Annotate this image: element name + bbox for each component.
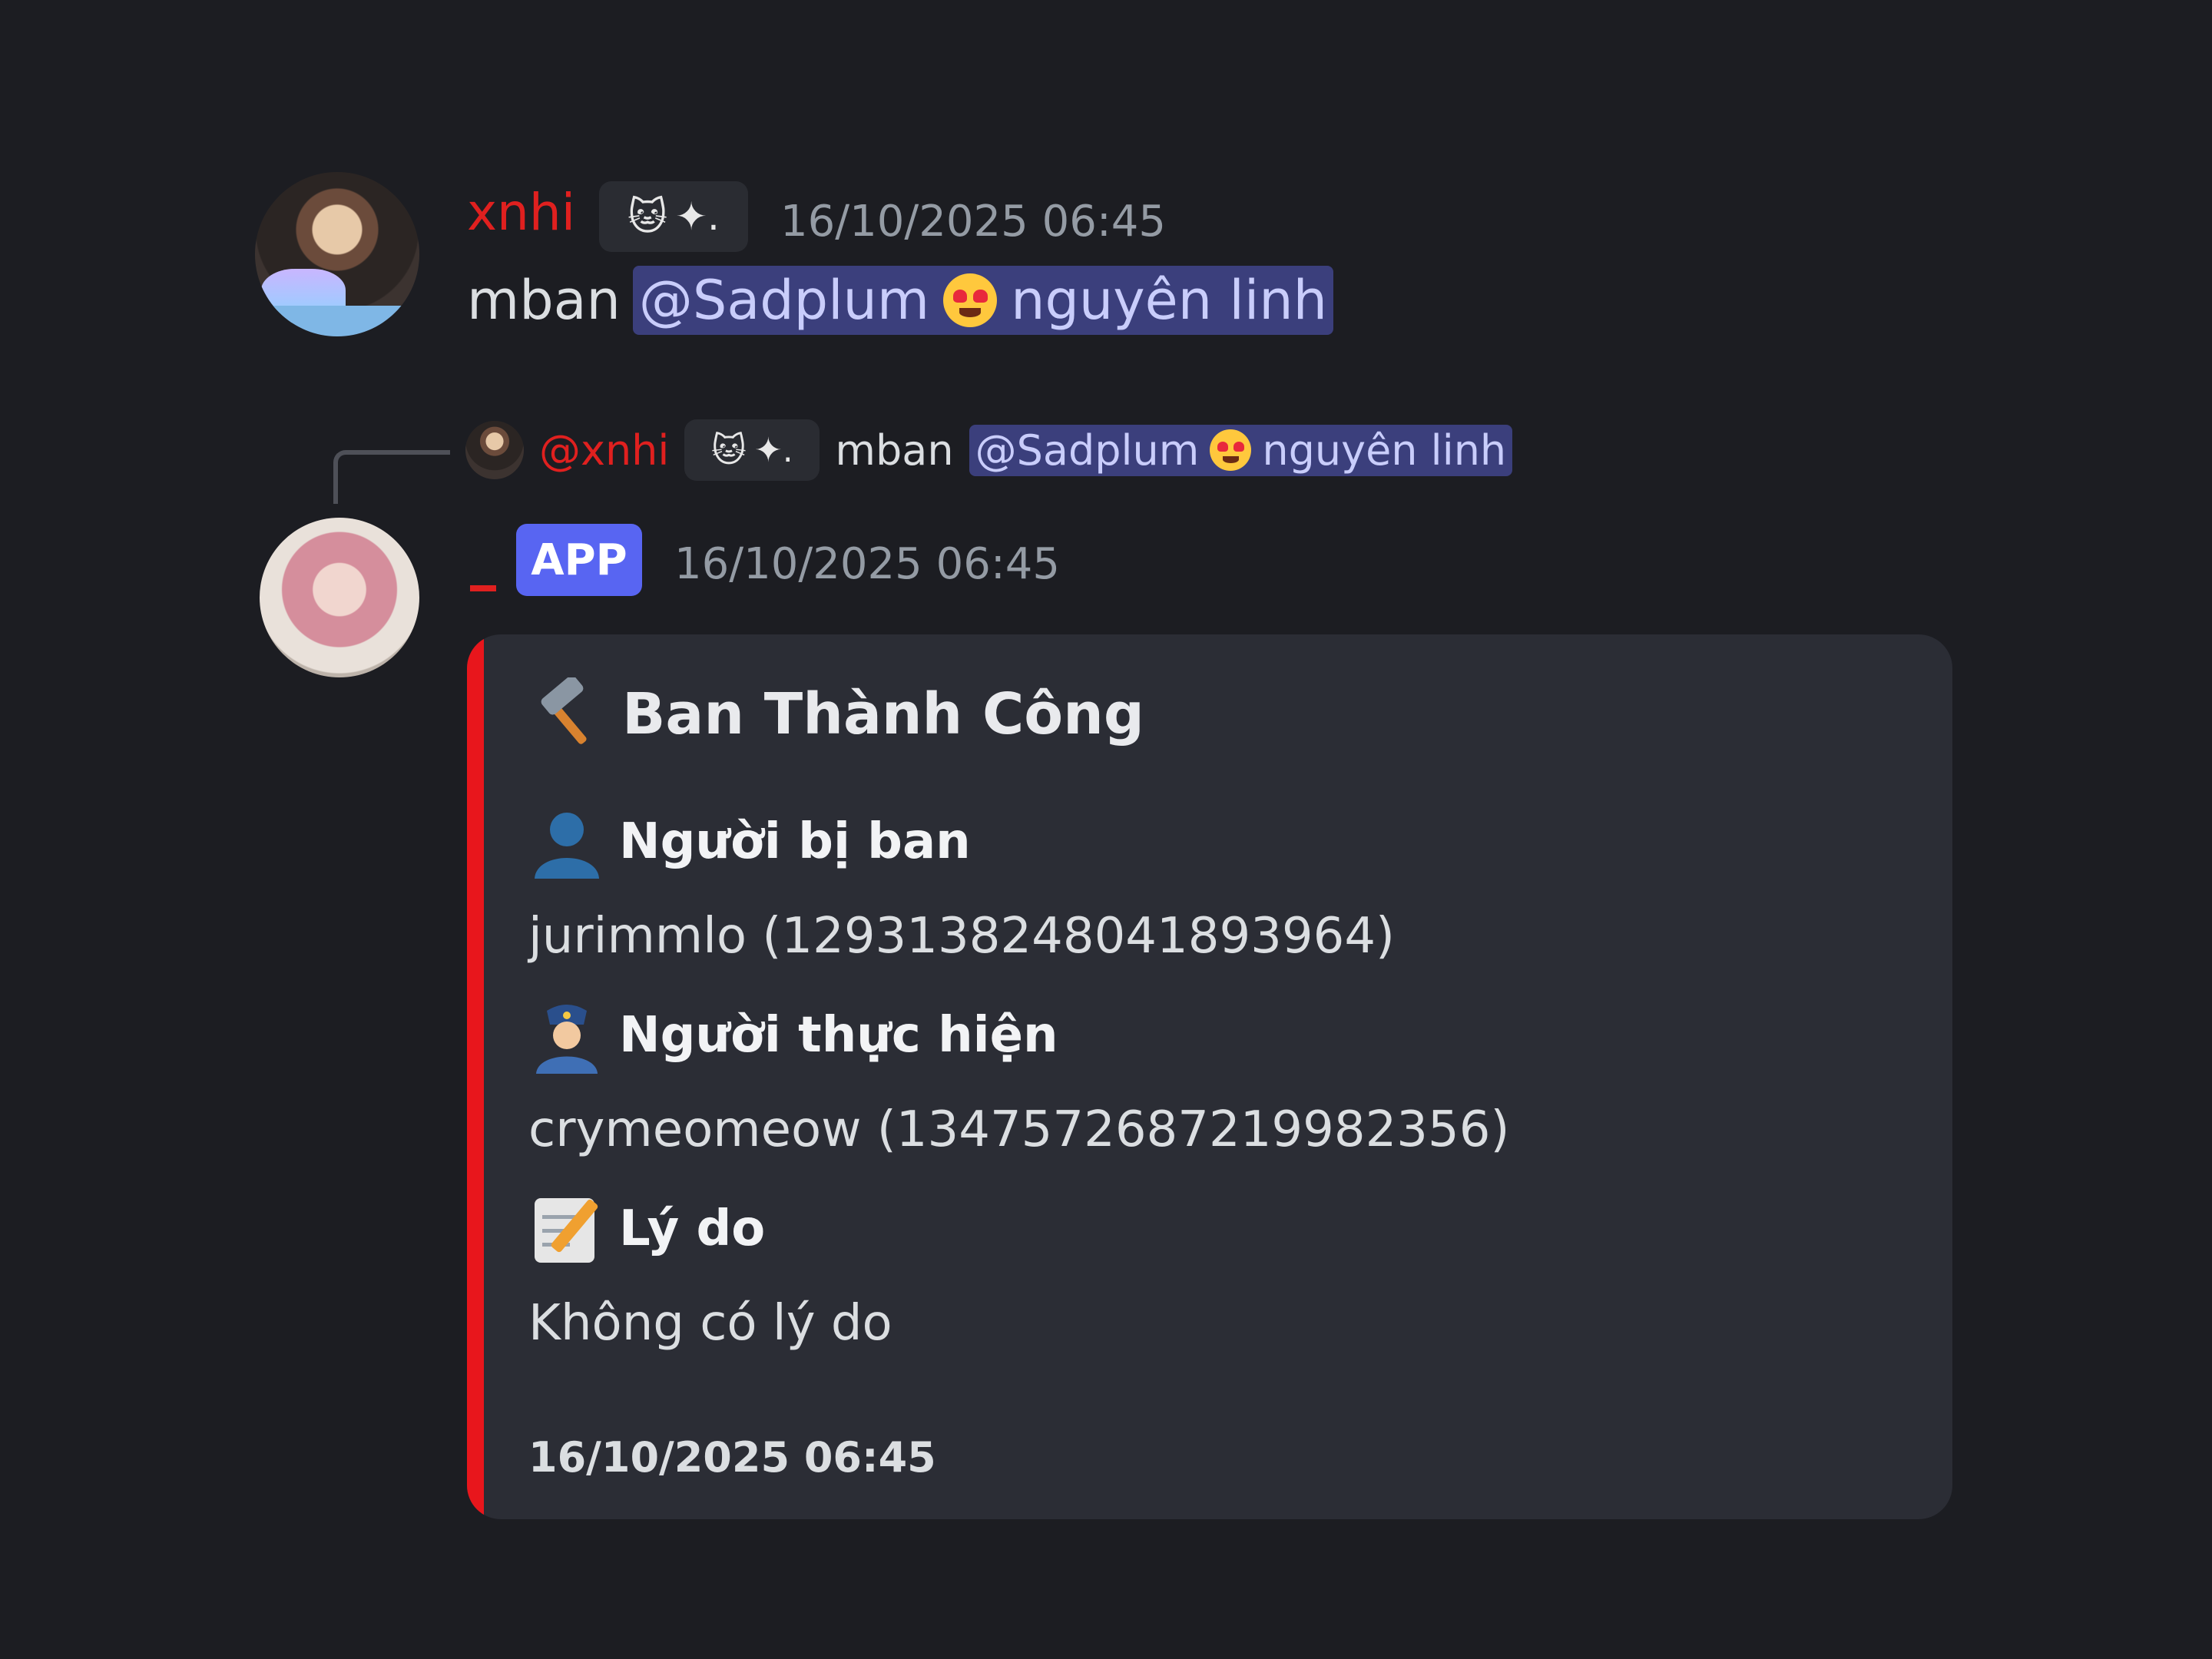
message-timestamp[interactable]: 16/10/2025 06:45 xyxy=(674,539,1060,589)
cat-icon: 🐱 xyxy=(711,430,747,470)
embed-title: Ban Thành Công xyxy=(528,676,1144,753)
mention-suffix: nguyên linh xyxy=(1262,426,1507,475)
reply-username[interactable]: @xnhi xyxy=(539,426,669,475)
user-mention[interactable]: @Sadplum nguyên linh xyxy=(632,266,1333,335)
message-content: mban @Sadplum nguyên linh xyxy=(467,266,1333,335)
hammer-icon xyxy=(528,676,605,753)
reply-connector xyxy=(333,450,450,504)
heart-eyes-emoji-icon xyxy=(1210,429,1252,471)
embed-card: Ban Thành Công Người bị ban jurimmlo (12… xyxy=(467,634,1952,1519)
reply-mention[interactable]: @Sadplum nguyên linh xyxy=(969,424,1513,476)
heart-eyes-emoji-icon xyxy=(943,273,998,327)
police-officer-icon xyxy=(528,997,605,1074)
reply-text: mban xyxy=(835,426,954,475)
mention-name: @Sadplum xyxy=(975,426,1200,475)
app-badge: APP xyxy=(516,524,642,596)
message-text: mban xyxy=(467,269,621,332)
reply-server-tag[interactable]: 🐱 ✦. xyxy=(684,419,820,481)
embed-footer-timestamp: 16/10/2025 06:45 xyxy=(528,1433,936,1482)
field-name-banned-user: Người bị ban xyxy=(528,803,971,880)
field-value-reason: Không có lý do xyxy=(528,1295,892,1352)
avatar-xnhi[interactable] xyxy=(255,172,419,336)
avatar-bot[interactable] xyxy=(260,518,419,677)
bot-username[interactable] xyxy=(470,585,496,591)
embed-accent-bar xyxy=(467,634,484,1519)
message-timestamp[interactable]: 16/10/2025 06:45 xyxy=(780,197,1166,247)
sparkle-icon: ✦. xyxy=(753,430,793,470)
mention-suffix: nguyên linh xyxy=(1011,269,1327,332)
sparkle-icon: ✦. xyxy=(675,194,720,239)
embed-title-text: Ban Thành Công xyxy=(622,681,1144,747)
field-name-executor: Người thực hiện xyxy=(528,997,1058,1074)
server-tag[interactable]: 🐱 ✦. xyxy=(599,181,748,252)
field-value-banned-user: jurimmlo (1293138248041893964) xyxy=(528,908,1395,965)
mention-name: @Sadplum xyxy=(638,269,930,332)
field-name-reason: Lý do xyxy=(528,1190,765,1267)
field-value-executor: crymeomeow (1347572687219982356) xyxy=(528,1101,1510,1158)
reply-preview[interactable]: @xnhi 🐱 ✦. mban @Sadplum nguyên linh xyxy=(465,419,1513,481)
username[interactable]: xnhi xyxy=(467,183,575,242)
memo-icon xyxy=(528,1190,605,1267)
reply-avatar[interactable] xyxy=(465,421,524,479)
cat-icon: 🐱 xyxy=(628,194,668,239)
bust-icon xyxy=(528,803,605,880)
